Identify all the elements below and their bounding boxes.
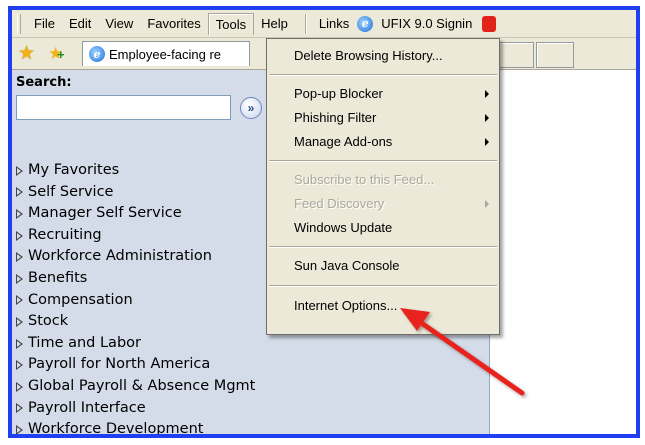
nav-item-compensation[interactable]: Compensation bbox=[16, 290, 255, 312]
link-ufix-signin[interactable]: UFIX 9.0 Signin bbox=[377, 16, 476, 31]
expand-triangle-icon bbox=[16, 403, 23, 414]
expand-triangle-icon bbox=[16, 187, 23, 198]
links-label[interactable]: Links bbox=[315, 16, 353, 31]
nav-item-label: Self Service bbox=[28, 183, 114, 200]
menu-item-feed-discovery: Feed Discovery bbox=[267, 192, 499, 216]
ie-tab-icon: e bbox=[89, 46, 105, 62]
submenu-arrow-icon bbox=[485, 90, 489, 98]
nav-item-self-service[interactable]: Self Service bbox=[16, 182, 255, 204]
nav-item-label: Recruiting bbox=[28, 226, 102, 243]
ie-page-icon: e bbox=[357, 15, 374, 32]
menu-item-label: Pop-up Blocker bbox=[294, 86, 383, 101]
menu-item-sun-java-console[interactable]: Sun Java Console bbox=[267, 254, 499, 278]
nav-item-payroll-north-america[interactable]: Payroll for North America bbox=[16, 354, 255, 376]
browser-tab[interactable]: e Employee-facing re bbox=[82, 41, 250, 66]
menu-item-subscribe-feed: Subscribe to this Feed... bbox=[294, 172, 435, 187]
nav-item-label: Benefits bbox=[28, 269, 88, 286]
expand-triangle-icon bbox=[16, 273, 23, 284]
nav-item-label: Time and Labor bbox=[28, 334, 141, 351]
blank-tab[interactable] bbox=[536, 42, 574, 68]
expand-triangle-icon bbox=[16, 338, 23, 349]
menu-edit[interactable]: Edit bbox=[62, 13, 98, 35]
nav-item-benefits[interactable]: Benefits bbox=[16, 268, 255, 290]
menu-item-phishing-filter[interactable]: Phishing Filter bbox=[267, 106, 499, 130]
oracle-icon[interactable] bbox=[482, 15, 497, 32]
menu-item-popup-blocker[interactable]: Pop-up Blocker bbox=[267, 82, 499, 106]
expand-triangle-icon bbox=[16, 252, 23, 263]
add-favorite-icon[interactable]: ★ bbox=[48, 44, 70, 64]
menu-file[interactable]: File bbox=[27, 13, 62, 35]
nav-item-label: Workforce Development bbox=[28, 421, 204, 438]
menu-item-label: Phishing Filter bbox=[294, 110, 377, 125]
nav-item-payroll-interface[interactable]: Payroll Interface bbox=[16, 398, 255, 420]
menu-item-label: Feed Discovery bbox=[294, 196, 385, 211]
favorites-star-icon[interactable]: ★ bbox=[18, 42, 40, 65]
highlight-border: File Edit View Favorites Tools Help Link… bbox=[8, 6, 640, 438]
nav-item-label: My Favorites bbox=[28, 162, 120, 178]
nav-item-workforce-administration[interactable]: Workforce Administration bbox=[16, 246, 255, 268]
menu-item-internet-options[interactable]: Internet Options... bbox=[267, 294, 499, 318]
nav-item-global-payroll[interactable]: Global Payroll & Absence Mgmt bbox=[16, 376, 255, 398]
nav-item-label: Workforce Administration bbox=[28, 248, 212, 265]
nav-item-label: Stock bbox=[28, 313, 69, 330]
nav-item-label: Manager Self Service bbox=[28, 205, 182, 222]
screenshot-frame: File Edit View Favorites Tools Help Link… bbox=[0, 0, 645, 445]
menu-tools[interactable]: Tools bbox=[207, 12, 255, 35]
search-input[interactable] bbox=[16, 95, 231, 120]
submenu-arrow-icon bbox=[485, 200, 489, 208]
menu-separator bbox=[269, 160, 497, 162]
expand-triangle-icon bbox=[16, 424, 23, 434]
menu-separator bbox=[269, 246, 497, 248]
nav-item-manager-self-service[interactable]: Manager Self Service bbox=[16, 203, 255, 225]
nav-item-label: Payroll for North America bbox=[28, 356, 211, 373]
nav-item-recruiting[interactable]: Recruiting bbox=[16, 225, 255, 247]
menu-item-delete-browsing-history[interactable]: Delete Browsing History... bbox=[267, 44, 499, 68]
menu-view[interactable]: View bbox=[98, 13, 140, 35]
menu-separator bbox=[269, 74, 497, 76]
nav-item-label: Payroll Interface bbox=[28, 399, 146, 416]
menubar-grip[interactable] bbox=[17, 13, 21, 34]
menubar-separator bbox=[304, 13, 307, 34]
expand-triangle-icon bbox=[16, 165, 23, 176]
search-label: Search: bbox=[16, 75, 72, 90]
expand-triangle-icon bbox=[16, 230, 23, 241]
expand-triangle-icon bbox=[16, 295, 23, 306]
page-content-area bbox=[491, 70, 636, 434]
nav-menu-list: My Favorites Self Service Manager Self S… bbox=[16, 160, 255, 438]
menu-separator bbox=[269, 285, 497, 287]
nav-item-label: Compensation bbox=[28, 291, 133, 308]
menu-item-manage-addons[interactable]: Manage Add-ons bbox=[267, 130, 499, 154]
tab-title: Employee-facing re bbox=[109, 46, 221, 62]
submenu-arrow-icon bbox=[485, 138, 489, 146]
expand-triangle-icon bbox=[16, 381, 23, 392]
menu-item-label: Manage Add-ons bbox=[294, 134, 393, 149]
nav-item-label: Global Payroll & Absence Mgmt bbox=[28, 377, 256, 394]
expand-triangle-icon bbox=[16, 208, 23, 219]
nav-item-stock[interactable]: Stock bbox=[16, 311, 255, 333]
nav-item-workforce-development[interactable]: Workforce Development bbox=[16, 419, 255, 438]
submenu-arrow-icon bbox=[485, 114, 489, 122]
menu-help[interactable]: Help bbox=[254, 13, 295, 35]
menu-favorites[interactable]: Favorites bbox=[140, 13, 207, 35]
expand-triangle-icon bbox=[16, 316, 23, 327]
menu-item-windows-update[interactable]: Windows Update bbox=[267, 216, 499, 240]
expand-triangle-icon bbox=[16, 360, 23, 371]
tools-dropdown-menu: Delete Browsing History... Pop-up Blocke… bbox=[266, 38, 500, 335]
new-tab-button[interactable] bbox=[496, 42, 534, 68]
search-go-button[interactable]: » bbox=[240, 97, 262, 119]
nav-item-my-favorites[interactable]: My Favorites bbox=[16, 160, 255, 182]
menu-bar: File Edit View Favorites Tools Help Link… bbox=[12, 10, 636, 38]
nav-item-time-and-labor[interactable]: Time and Labor bbox=[16, 333, 255, 355]
